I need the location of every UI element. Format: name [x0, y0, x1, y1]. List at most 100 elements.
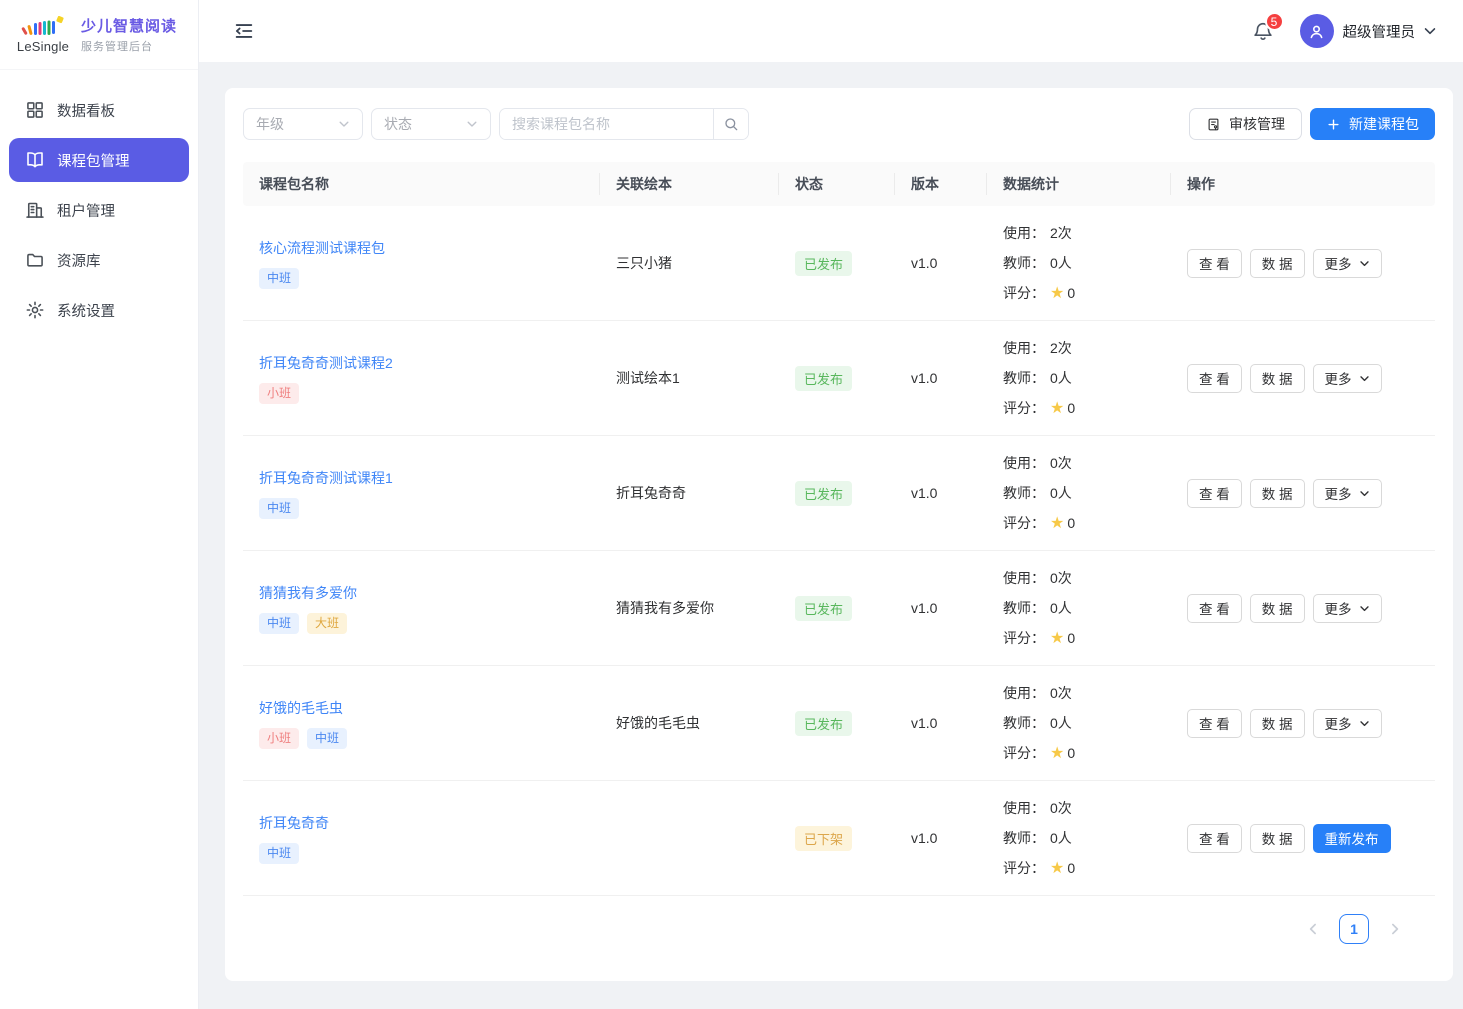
sidebar-item-0[interactable]: 数据看板: [9, 88, 189, 132]
pagination-next-icon[interactable]: [1381, 915, 1409, 943]
grade-tag: 中班: [259, 268, 299, 289]
package-name-link[interactable]: 核心流程测试课程包: [259, 238, 385, 258]
search-input[interactable]: [500, 109, 713, 139]
grade-tags: 中班: [259, 498, 584, 519]
stat-value: 0人: [1050, 715, 1072, 731]
pagination-page-1[interactable]: 1: [1339, 914, 1369, 944]
stat-value: 0: [1067, 400, 1075, 416]
menu-fold-icon[interactable]: [233, 20, 255, 42]
grade-tag: 中班: [307, 728, 347, 749]
status-badge: 已发布: [795, 596, 852, 621]
view-button[interactable]: 查 看: [1187, 709, 1242, 738]
actions-cell: 查 看数 据更多: [1171, 479, 1435, 508]
data-button[interactable]: 数 据: [1250, 594, 1305, 623]
actions-cell: 查 看数 据更多: [1171, 249, 1435, 278]
republish-button[interactable]: 重新发布: [1313, 824, 1391, 853]
chevron-down-icon: [466, 118, 478, 130]
star-icon: ★: [1050, 630, 1064, 647]
data-button[interactable]: 数 据: [1250, 364, 1305, 393]
avatar[interactable]: [1300, 14, 1334, 48]
notification-bell-icon[interactable]: 5: [1252, 20, 1274, 42]
stat-label: 使用：: [1003, 340, 1045, 356]
package-name-link[interactable]: 猜猜我有多爱你: [259, 583, 357, 603]
review-management-label: 审核管理: [1229, 114, 1285, 134]
grade-select[interactable]: 年级: [243, 108, 363, 140]
topbar: 5 超级管理员: [199, 0, 1463, 62]
status-select[interactable]: 状态: [371, 108, 491, 140]
view-button[interactable]: 查 看: [1187, 364, 1242, 393]
stat-value: 0次: [1050, 455, 1072, 471]
stat-value: 0人: [1050, 830, 1072, 846]
package-name-link[interactable]: 折耳兔奇奇测试课程1: [259, 468, 393, 488]
view-button[interactable]: 查 看: [1187, 479, 1242, 508]
more-button[interactable]: 更多: [1313, 364, 1382, 393]
package-name-cell: 好饿的毛毛虫小班中班: [243, 698, 600, 749]
user-name[interactable]: 超级管理员: [1343, 21, 1416, 42]
table-row: 折耳兔奇奇中班已下架v1.0使用：0次教师：0人评分：★0查 看数 据重新发布: [243, 781, 1435, 896]
review-management-button[interactable]: 审核管理: [1189, 108, 1302, 140]
dashboard-icon: [25, 100, 45, 120]
more-label: 更多: [1325, 598, 1352, 618]
package-name-link[interactable]: 好饿的毛毛虫: [259, 698, 343, 718]
data-button[interactable]: 数 据: [1250, 709, 1305, 738]
plus-icon: [1326, 117, 1341, 132]
package-name-link[interactable]: 折耳兔奇奇: [259, 813, 329, 833]
grade-tag: 大班: [307, 613, 347, 634]
create-package-button[interactable]: 新建课程包: [1310, 108, 1435, 140]
sidebar-item-2[interactable]: 租户管理: [9, 188, 189, 232]
data-button[interactable]: 数 据: [1250, 249, 1305, 278]
pagination-prev-icon[interactable]: [1299, 915, 1327, 943]
chevron-down-icon: [1359, 373, 1370, 384]
stat-usage: 使用：0次: [1003, 448, 1155, 478]
status-select-value: 状态: [384, 114, 412, 134]
view-button[interactable]: 查 看: [1187, 249, 1242, 278]
logo-text: LeSingle: [17, 39, 69, 54]
stats-cell: 使用：0次教师：0人评分：★0: [987, 563, 1171, 654]
data-button[interactable]: 数 据: [1250, 479, 1305, 508]
data-button[interactable]: 数 据: [1250, 824, 1305, 853]
sidebar-item-1[interactable]: 课程包管理: [9, 138, 189, 182]
chevron-down-icon[interactable]: [1423, 24, 1437, 38]
chevron-down-icon: [1359, 718, 1370, 729]
grade-tags: 小班: [259, 383, 584, 404]
star-icon: ★: [1050, 515, 1064, 532]
column-header-2: 状态: [779, 174, 895, 194]
version: v1.0: [895, 830, 987, 846]
sidebar-item-4[interactable]: 系统设置: [9, 288, 189, 332]
stat-value: 0: [1067, 285, 1075, 301]
status-cell: 已发布: [779, 481, 895, 506]
status-badge: 已发布: [795, 366, 852, 391]
content-area: 年级 状态: [199, 62, 1463, 1009]
status-cell: 已发布: [779, 711, 895, 736]
more-button[interactable]: 更多: [1313, 594, 1382, 623]
more-button[interactable]: 更多: [1313, 249, 1382, 278]
more-button[interactable]: 更多: [1313, 709, 1382, 738]
brand-logo: LeSingle: [14, 16, 72, 54]
actions-cell: 查 看数 据更多: [1171, 364, 1435, 393]
package-name-link[interactable]: 折耳兔奇奇测试课程2: [259, 353, 393, 373]
stat-label: 使用：: [1003, 685, 1045, 701]
search-button[interactable]: [713, 109, 748, 139]
related-book: 好饿的毛毛虫: [600, 713, 779, 733]
view-button[interactable]: 查 看: [1187, 594, 1242, 623]
stat-label: 评分：: [1003, 630, 1045, 646]
stat-label: 使用：: [1003, 570, 1045, 586]
stat-value: 0: [1067, 860, 1075, 876]
more-button[interactable]: 更多: [1313, 479, 1382, 508]
table-row: 好饿的毛毛虫小班中班好饿的毛毛虫已发布v1.0使用：0次教师：0人评分：★0查 …: [243, 666, 1435, 781]
stat-label: 教师：: [1003, 485, 1045, 501]
stat-value: 2次: [1050, 340, 1072, 356]
view-button[interactable]: 查 看: [1187, 824, 1242, 853]
chevron-down-icon: [1359, 488, 1370, 499]
building-icon: [25, 200, 45, 220]
stat-value: 0人: [1050, 600, 1072, 616]
search-icon: [723, 116, 739, 132]
actions-cell: 查 看数 据更多: [1171, 709, 1435, 738]
status-badge: 已下架: [795, 826, 852, 851]
table-header: 课程包名称关联绘本状态版本数据统计操作: [243, 162, 1435, 206]
grade-tags: 中班: [259, 843, 584, 864]
stat-value: 0: [1067, 745, 1075, 761]
stat-teachers: 教师：0人: [1003, 708, 1155, 738]
sidebar-item-3[interactable]: 资源库: [9, 238, 189, 282]
stat-rating: 评分：★0: [1003, 278, 1155, 309]
